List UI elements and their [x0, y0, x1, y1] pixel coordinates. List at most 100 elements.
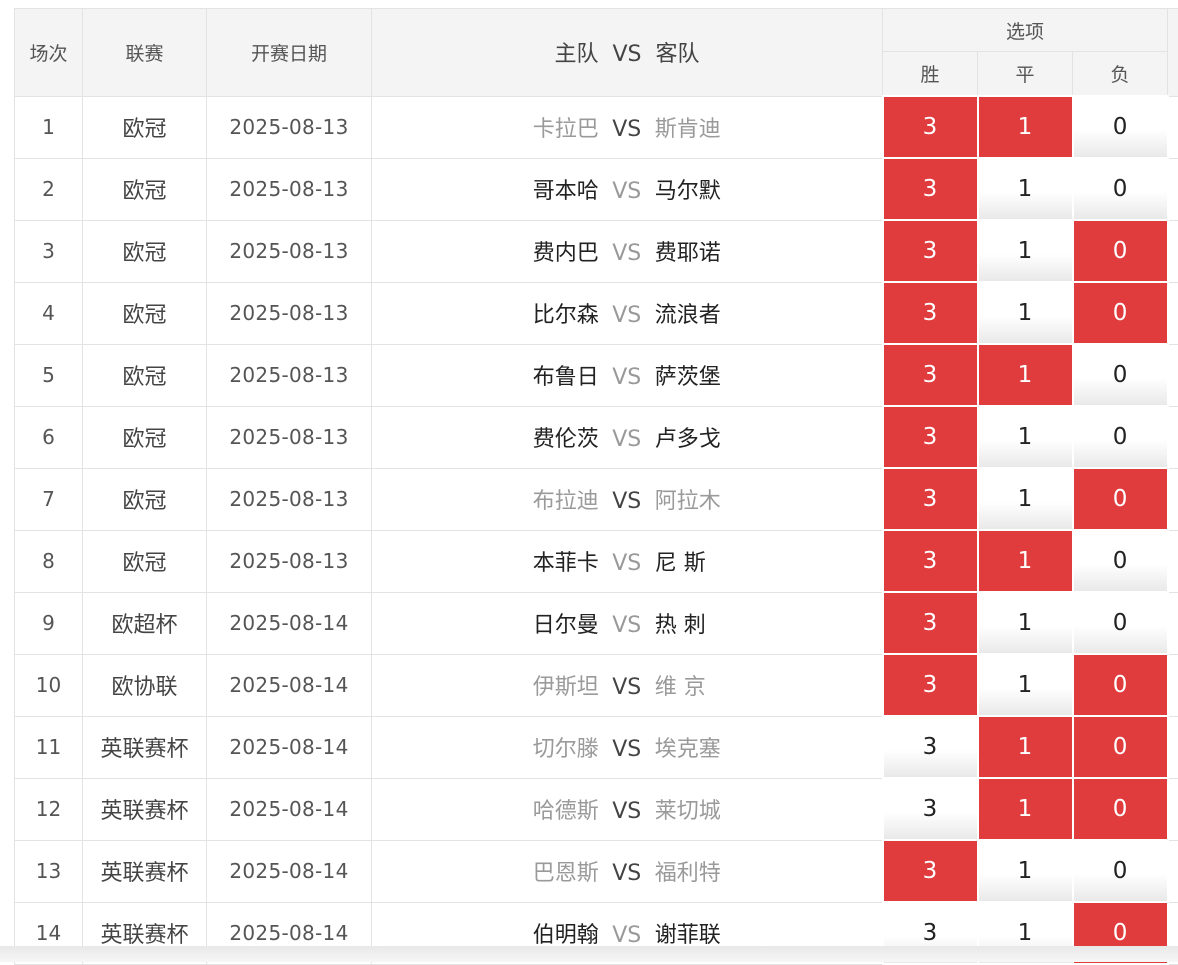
option-win-button[interactable]: 3 — [883, 716, 978, 778]
option-lose-button[interactable]: 0 — [1073, 282, 1168, 344]
home-team: 巴恩斯 — [459, 855, 599, 887]
table-row: 3欧冠2025-08-13费内巴VS费耶诺310 — [15, 220, 1178, 282]
match-teams: 布鲁日VS萨茨堡 — [372, 344, 883, 406]
match-teams: 费内巴VS费耶诺 — [372, 220, 883, 282]
away-team: 埃克塞 — [655, 731, 795, 763]
header-vs: VS — [612, 42, 641, 67]
league-name: 欧冠 — [83, 282, 207, 344]
option-lose-button[interactable]: 0 — [1073, 158, 1168, 220]
option-win-button[interactable]: 3 — [883, 530, 978, 592]
option-win-button[interactable]: 3 — [883, 654, 978, 716]
option-lose-button[interactable]: 0 — [1073, 406, 1168, 468]
option-lose-button[interactable]: 0 — [1073, 840, 1168, 902]
away-team: 流浪者 — [655, 297, 795, 329]
option-draw-button[interactable]: 1 — [978, 530, 1073, 592]
option-draw-button[interactable]: 1 — [978, 282, 1073, 344]
home-team: 切尔滕 — [459, 731, 599, 763]
match-date: 2025-08-13 — [207, 220, 372, 282]
option-draw-button[interactable]: 1 — [978, 716, 1073, 778]
match-date: 2025-08-14 — [207, 716, 372, 778]
row-edge — [1168, 778, 1178, 840]
match-number: 4 — [15, 282, 83, 344]
option-win-button[interactable]: 3 — [883, 406, 978, 468]
match-teams: 巴恩斯VS福利特 — [372, 840, 883, 902]
vs-label: VS — [599, 117, 655, 142]
option-draw-button[interactable]: 1 — [978, 220, 1073, 282]
match-number: 13 — [15, 840, 83, 902]
option-win-button[interactable]: 3 — [883, 592, 978, 654]
table-row: 2欧冠2025-08-13哥本哈VS马尔默310 — [15, 158, 1178, 220]
table-row: 8欧冠2025-08-13本菲卡VS尼 斯310 — [15, 530, 1178, 592]
league-name: 英联赛杯 — [83, 778, 207, 840]
row-edge — [1168, 654, 1178, 716]
home-team: 布拉迪 — [459, 483, 599, 515]
home-team: 布鲁日 — [459, 359, 599, 391]
option-lose-button[interactable]: 0 — [1073, 344, 1168, 406]
option-win-button[interactable]: 3 — [883, 778, 978, 840]
match-number: 9 — [15, 592, 83, 654]
option-win-button[interactable]: 3 — [883, 96, 978, 158]
away-team: 萨茨堡 — [655, 359, 795, 391]
vs-label: VS — [599, 923, 655, 948]
home-team: 哈德斯 — [459, 793, 599, 825]
match-teams: 卡拉巴VS斯肯迪 — [372, 96, 883, 158]
home-team: 伊斯坦 — [459, 669, 599, 701]
league-name: 欧超杯 — [83, 592, 207, 654]
option-draw-button[interactable]: 1 — [978, 158, 1073, 220]
match-table: 场次 联赛 开赛日期 主队VS客队 选项 胜 平 负 1欧冠2025-08-13… — [14, 8, 1178, 965]
option-lose-button[interactable]: 0 — [1073, 716, 1168, 778]
option-draw-button[interactable]: 1 — [978, 778, 1073, 840]
match-date: 2025-08-14 — [207, 840, 372, 902]
option-draw-button[interactable]: 1 — [978, 468, 1073, 530]
option-draw-button[interactable]: 1 — [978, 406, 1073, 468]
option-lose-button[interactable]: 0 — [1073, 468, 1168, 530]
league-name: 欧冠 — [83, 530, 207, 592]
bottom-scroll-shadow — [0, 946, 1178, 962]
match-number: 5 — [15, 344, 83, 406]
away-team: 卢多戈 — [655, 421, 795, 453]
league-name: 欧冠 — [83, 96, 207, 158]
option-win-button[interactable]: 3 — [883, 840, 978, 902]
away-team: 福利特 — [655, 855, 795, 887]
option-draw-button[interactable]: 1 — [978, 344, 1073, 406]
option-win-button[interactable]: 3 — [883, 468, 978, 530]
match-date: 2025-08-13 — [207, 468, 372, 530]
row-edge — [1168, 530, 1178, 592]
option-win-button[interactable]: 3 — [883, 282, 978, 344]
header-match-no: 场次 — [15, 9, 83, 97]
option-lose-button[interactable]: 0 — [1073, 654, 1168, 716]
match-teams: 本菲卡VS尼 斯 — [372, 530, 883, 592]
vs-label: VS — [599, 427, 655, 452]
option-lose-button[interactable]: 0 — [1073, 220, 1168, 282]
option-win-button[interactable]: 3 — [883, 220, 978, 282]
option-lose-button[interactable]: 0 — [1073, 592, 1168, 654]
row-edge — [1168, 716, 1178, 778]
header-lose: 负 — [1073, 52, 1168, 97]
header-teams: 主队VS客队 — [372, 9, 883, 97]
option-lose-button[interactable]: 0 — [1073, 778, 1168, 840]
away-team: 谢菲联 — [655, 917, 795, 949]
option-win-button[interactable]: 3 — [883, 158, 978, 220]
match-teams: 哈德斯VS莱切城 — [372, 778, 883, 840]
option-draw-button[interactable]: 1 — [978, 654, 1073, 716]
league-name: 欧冠 — [83, 220, 207, 282]
away-team: 费耶诺 — [655, 235, 795, 267]
option-draw-button[interactable]: 1 — [978, 592, 1073, 654]
vs-label: VS — [599, 675, 655, 700]
option-win-button[interactable]: 3 — [883, 344, 978, 406]
option-lose-button[interactable]: 0 — [1073, 96, 1168, 158]
match-number: 6 — [15, 406, 83, 468]
match-teams: 哥本哈VS马尔默 — [372, 158, 883, 220]
vs-label: VS — [599, 613, 655, 638]
table-row: 9欧超杯2025-08-14日尔曼VS热 刺310 — [15, 592, 1178, 654]
header-date: 开赛日期 — [207, 9, 372, 97]
vs-label: VS — [599, 179, 655, 204]
match-date: 2025-08-13 — [207, 282, 372, 344]
home-team: 费内巴 — [459, 235, 599, 267]
option-draw-button[interactable]: 1 — [978, 840, 1073, 902]
match-number: 2 — [15, 158, 83, 220]
header-away: 客队 — [656, 42, 700, 67]
option-lose-button[interactable]: 0 — [1073, 530, 1168, 592]
match-number: 8 — [15, 530, 83, 592]
option-draw-button[interactable]: 1 — [978, 96, 1073, 158]
